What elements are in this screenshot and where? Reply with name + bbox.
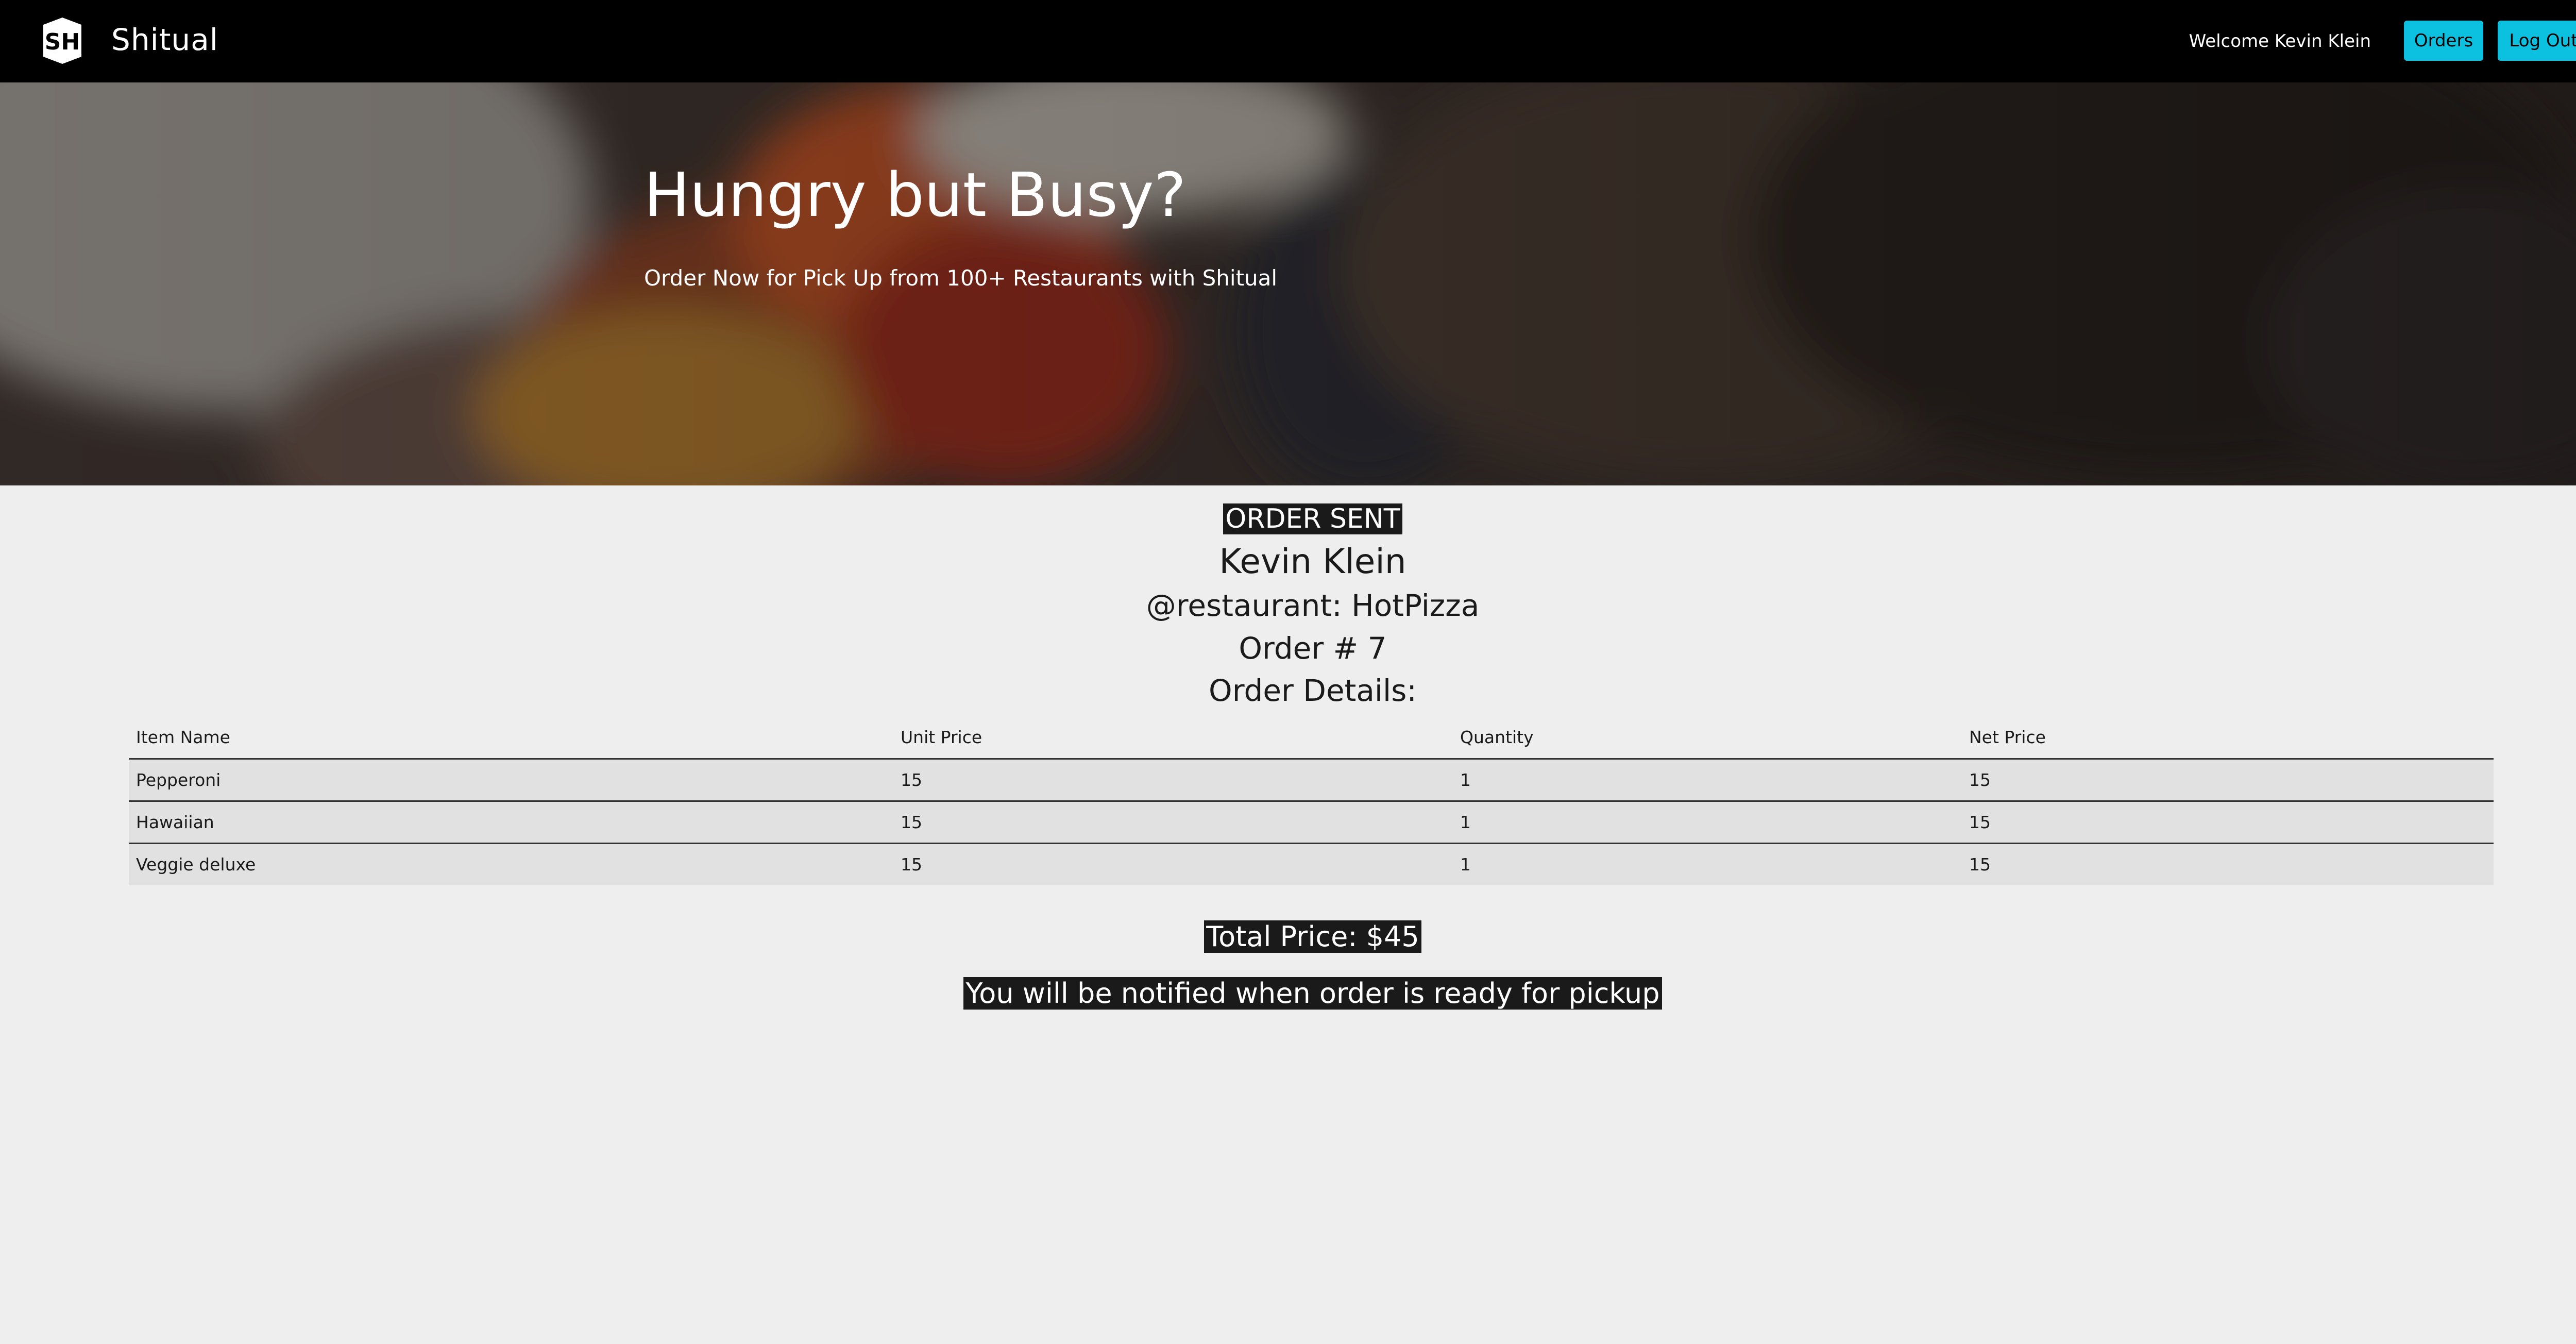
order-number: Order # 7 <box>1239 631 1387 666</box>
total-price: Total Price: $45 <box>1204 920 1421 953</box>
pickup-notice-line: You will be notified when order is ready… <box>0 976 2576 1011</box>
pickup-notice: You will be notified when order is ready… <box>963 977 1662 1010</box>
hero-food-image <box>0 82 2576 485</box>
table-header-row: Item Name Unit Price Quantity Net Price <box>129 716 2494 760</box>
table-row: Pepperoni 15 1 15 <box>129 759 2494 802</box>
quantity-cell: 1 <box>1453 801 1962 844</box>
column-header-quantity: Quantity <box>1453 716 1962 760</box>
item-name-cell: Hawaiian <box>129 801 893 844</box>
net-price-cell: 15 <box>1962 801 2494 844</box>
logout-button[interactable]: Log Out <box>2498 21 2576 61</box>
customer-name: Kevin Klein <box>1219 542 1406 581</box>
logo-text: SH <box>45 29 80 55</box>
brand-name[interactable]: Shitual <box>111 16 218 63</box>
column-header-net-price: Net Price <box>1962 716 2494 760</box>
restaurant-name: @restaurant: HotPizza <box>1146 588 1480 623</box>
net-price-cell: 15 <box>1962 759 2494 802</box>
quantity-cell: 1 <box>1453 843 1962 885</box>
welcome-text: Welcome Kevin Klein <box>2189 31 2371 52</box>
order-status-line: ORDER SENT <box>0 502 2576 536</box>
order-status: ORDER SENT <box>1223 503 1402 534</box>
column-header-item-name: Item Name <box>129 716 893 760</box>
unit-price-cell: 15 <box>893 843 1453 885</box>
order-details-heading: Order Details: <box>1209 673 1417 708</box>
shitual-logo-icon[interactable]: SH <box>41 15 83 66</box>
item-name-cell: Pepperoni <box>129 759 893 802</box>
quantity-cell: 1 <box>1453 759 1962 802</box>
unit-price-cell: 15 <box>893 801 1453 844</box>
total-price-line: Total Price: $45 <box>0 919 2576 954</box>
unit-price-cell: 15 <box>893 759 1453 802</box>
hero-banner: Hungry but Busy? Order Now for Pick Up f… <box>0 82 2576 485</box>
hero-title: Hungry but Busy? <box>644 159 1187 230</box>
top-navbar: SH Shitual Welcome Kevin Klein Orders Lo… <box>0 0 2576 82</box>
net-price-cell: 15 <box>1962 843 2494 885</box>
order-items-table: Item Name Unit Price Quantity Net Price … <box>129 716 2494 885</box>
table-row: Veggie deluxe 15 1 15 <box>129 843 2494 885</box>
column-header-unit-price: Unit Price <box>893 716 1453 760</box>
hero-subtitle: Order Now for Pick Up from 100+ Restaura… <box>644 265 1278 291</box>
table-row: Hawaiian 15 1 15 <box>129 801 2494 844</box>
orders-button[interactable]: Orders <box>2404 21 2483 61</box>
item-name-cell: Veggie deluxe <box>129 843 893 885</box>
